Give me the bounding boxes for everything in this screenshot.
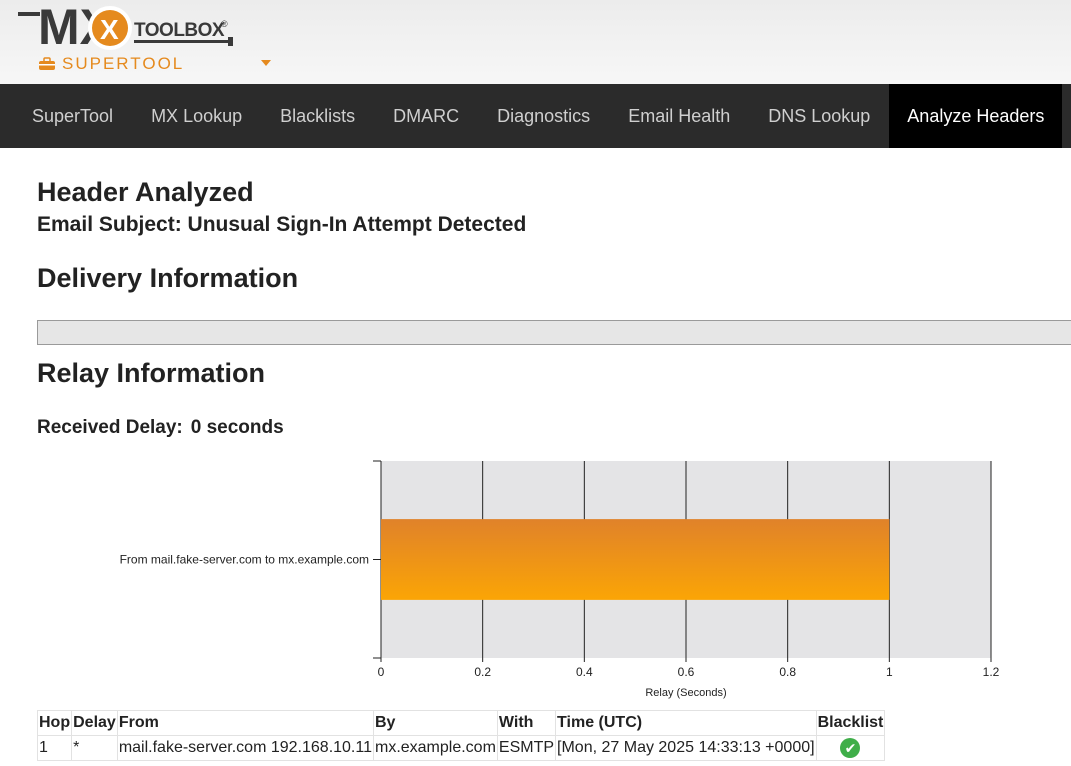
column-delay: Delay <box>71 710 118 736</box>
nav-item-supertool[interactable]: SuperTool <box>0 84 132 148</box>
svg-text:X: X <box>100 14 119 45</box>
page-title: Header Analyzed <box>37 177 254 207</box>
x-tick-label: 0.4 <box>576 665 593 679</box>
nav-item-dmarc[interactable]: DMARC <box>374 84 478 148</box>
supertool-label: SUPERTOOL <box>62 54 185 73</box>
x-tick-label: 0.8 <box>779 665 796 679</box>
cell-delay: * <box>71 735 118 761</box>
column-hop: Hop <box>36 710 73 736</box>
nav-item-blacklists[interactable]: Blacklists <box>261 84 374 148</box>
nav-item-mx-lookup[interactable]: MX Lookup <box>132 84 261 148</box>
received-delay: Received Delay: 0 seconds <box>37 417 284 439</box>
nav-item-diagnostics[interactable]: Diagnostics <box>478 84 609 148</box>
delivery-information-bar <box>37 320 1071 345</box>
column-from: From <box>116 710 374 736</box>
chevron-down-icon[interactable] <box>261 60 271 66</box>
y-category-label: From mail.fake-server.com to mx.example.… <box>120 553 369 567</box>
logo-toolbox-text: TOOLBOX <box>134 20 225 41</box>
cell-from: mail.fake-server.com 192.168.10.11 <box>116 735 374 761</box>
table-row: 1 * mail.fake-server.com 192.168.10.11 m… <box>36 735 886 761</box>
cell-by: mx.example.com <box>372 735 498 761</box>
relay-table: Hop Delay From By With Time (UTC) Blackl… <box>36 710 886 761</box>
check-icon[interactable]: ✔ <box>840 738 861 758</box>
relay-information-heading: Relay Information <box>37 358 266 388</box>
relay-bar <box>381 519 890 600</box>
relay-chart: 0 0.2 0.4 0.6 0.8 1 1.2 From mail.fake-server.c… <box>120 460 1000 699</box>
main-nav: SuperTool MX Lookup Blacklists DMARC Dia… <box>0 84 1071 148</box>
x-tick-label: 0.2 <box>474 665 491 679</box>
cell-blacklist[interactable]: ✔ <box>815 735 886 761</box>
toolbox-icon <box>39 57 55 70</box>
column-blacklist: Blacklist <box>815 710 886 736</box>
email-subject: Email Subject: Unusual Sign-In Attempt D… <box>37 213 527 236</box>
nav-item-dns-lookup[interactable]: DNS Lookup <box>749 84 889 148</box>
logo-registered-mark: ® <box>221 19 228 29</box>
x-tick-label: 1 <box>886 665 893 679</box>
delivery-information-heading: Delivery Information <box>37 263 299 293</box>
x-tick-label: 0 <box>378 665 385 679</box>
supertool-dropdown[interactable]: SUPERTOOL <box>38 54 184 74</box>
received-delay-label: Received Delay: <box>37 417 183 438</box>
site-header: MX X TOOLBOX ® SUPERTOOL <box>0 0 1071 84</box>
cell-with: ESMTP <box>496 735 557 761</box>
table-header-row: Hop Delay From By With Time (UTC) Blackl… <box>36 710 886 736</box>
x-axis-label: Relay (Seconds) <box>645 687 726 699</box>
column-time: Time (UTC) <box>555 710 817 736</box>
cell-time: [Mon, 27 May 2025 14:33:13 +0000] <box>555 735 817 761</box>
cell-hop: 1 <box>36 735 73 761</box>
column-with: With <box>496 710 557 736</box>
column-by: By <box>372 710 498 736</box>
x-tick-label: 1.2 <box>983 665 1000 679</box>
x-tick-label: 0.6 <box>678 665 695 679</box>
received-delay-value: 0 seconds <box>190 417 284 438</box>
nav-item-email-health[interactable]: Email Health <box>609 84 749 148</box>
nav-item-analyze-headers[interactable]: Analyze Headers <box>889 84 1063 148</box>
